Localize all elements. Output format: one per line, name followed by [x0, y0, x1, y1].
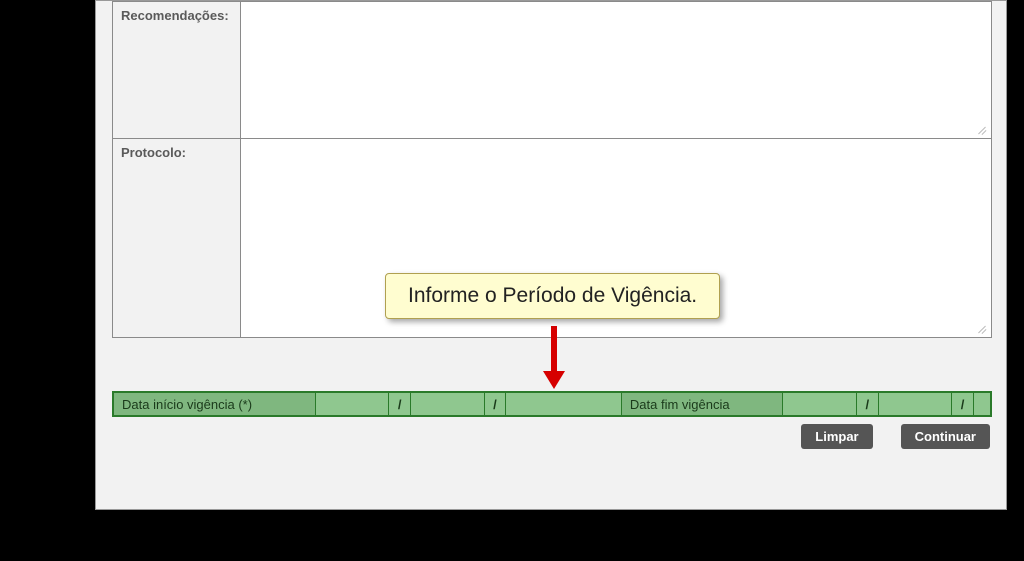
end-month-input[interactable]: [879, 393, 952, 415]
protocolo-label: Protocolo:: [113, 139, 241, 338]
end-day-input[interactable]: [783, 393, 856, 415]
action-button-row: Limpar Continuar: [801, 424, 990, 449]
recomendacoes-label: Recomendações:: [113, 2, 241, 139]
continue-button[interactable]: Continuar: [901, 424, 990, 449]
date-separator: /: [857, 393, 879, 415]
start-date-label: Data início vigência (*): [114, 393, 316, 415]
end-year-input[interactable]: [974, 393, 990, 415]
date-separator: /: [389, 393, 411, 415]
start-day-input[interactable]: [316, 393, 389, 415]
date-separator: /: [952, 393, 974, 415]
end-date-label: Data fim vigência: [622, 393, 784, 415]
start-year-input[interactable]: [506, 393, 622, 415]
arrow-down-icon: [540, 323, 568, 391]
tooltip-callout: Informe o Período de Vigência.: [385, 273, 720, 319]
validity-period-bar: Data início vigência (*) / / Data fim vi…: [112, 391, 992, 417]
clear-button[interactable]: Limpar: [801, 424, 872, 449]
recomendacoes-textarea[interactable]: [241, 2, 991, 138]
start-month-input[interactable]: [411, 393, 484, 415]
form-panel: Recomendações: Protocolo: Informe o Perí…: [95, 0, 1007, 510]
date-separator: /: [485, 393, 507, 415]
